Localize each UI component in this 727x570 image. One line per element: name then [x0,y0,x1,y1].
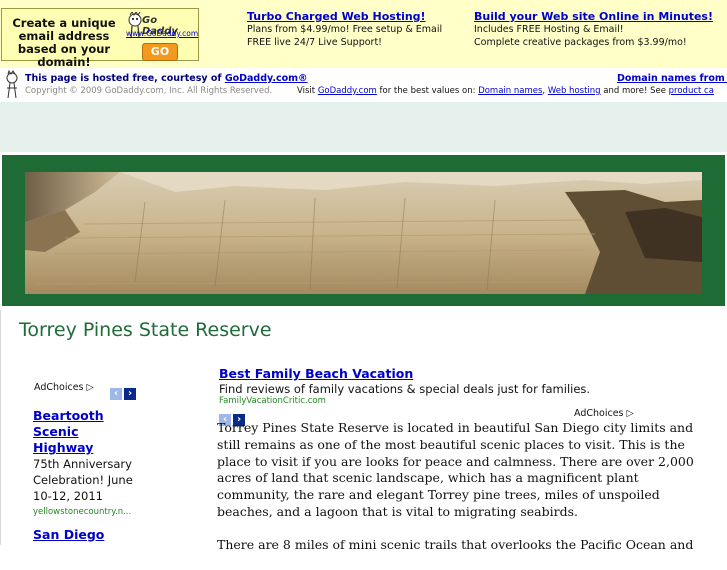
cliff-illustration [25,172,702,294]
go-button[interactable]: GO [142,43,178,61]
side-ad-title-2[interactable]: San Diego [33,527,143,543]
godaddy-link[interactable]: GoDaddy.com® [225,73,308,84]
article-paragraph-2: There are 8 miles of mini scenic trails … [217,536,694,552]
top-ad-bar: Create a unique email address based on y… [0,0,727,69]
adchoices-left[interactable]: AdChoices ▷ [34,382,94,393]
adchoices-main-label: AdChoices [574,408,624,419]
next-ad-left-icon[interactable]: › [124,388,136,400]
hero-cliff-image [25,172,702,294]
email-ad-text: Create a unique email address based on y… [12,16,116,69]
article-body: Torrey Pines State Reserve is located in… [217,420,697,570]
side-ad-url[interactable]: yellowstonecountry.n... [33,504,143,520]
adchoices-main-icon: ▷ [626,408,634,419]
article-paragraph-1: Torrey Pines State Reserve is located in… [217,420,694,519]
promo-website-link[interactable]: Build your Web site Online in Minutes! [474,10,713,23]
promo-hosting-line1: Plans from $4.99/mo! Free setup & Email [247,24,443,35]
domain-names-link[interactable]: Domain names [478,86,542,96]
domain-names-from-link[interactable]: Domain names from $ [617,73,727,84]
visit-mid: for the best values on: [376,86,479,96]
visit-prefix: Visit [297,86,318,96]
left-ad-nav: ‹ › [110,381,138,400]
promo-website-line1: Includes FREE Hosting & Email! [474,24,624,35]
hosted-prefix: This page is hosted free, courtesy of [25,73,225,84]
godaddy-url[interactable]: www.GoDaddy.com [126,29,198,38]
adchoices-left-icon: ▷ [86,382,94,393]
adchoices-left-label: AdChoices [34,382,84,393]
product-catalog-link[interactable]: product ca [669,86,714,96]
web-hosting-link[interactable]: Web hosting [548,86,601,96]
side-ad-beartooth[interactable]: Beartooth Scenic Highway 75th Anniversar… [33,408,143,520]
promo-hosting: Turbo Charged Web Hosting! Plans from $4… [247,10,442,49]
visit-godaddy-link[interactable]: GoDaddy.com [318,86,377,96]
page-title: Torrey Pines State Reserve [19,319,272,341]
godaddy-mascot-small-icon [6,70,18,99]
copyright-text: Copyright © 2009 GoDaddy.com, Inc. All R… [25,86,273,96]
hosted-line: This page is hosted free, courtesy of Go… [25,73,308,84]
prev-ad-left-icon[interactable]: ‹ [110,388,122,400]
visit-line: Visit GoDaddy.com for the best values on… [297,86,714,96]
side-ad-title[interactable]: Beartooth Scenic Highway [33,408,143,456]
godaddy-logo: Go Daddy www.GoDaddy.com [126,12,198,42]
visit-more: and more! See [600,86,669,96]
main-ad-desc: Find reviews of family vacations & speci… [219,382,591,396]
header-band [0,102,727,152]
adchoices-main[interactable]: AdChoices ▷ [574,408,634,419]
hosted-notice: This page is hosted free, courtesy of Go… [0,68,727,102]
promo-hosting-line2: FREE live 24/7 Live Support! [247,37,382,48]
main-ad-url[interactable]: FamilyVacationCritic.com [219,396,689,406]
promo-website: Build your Web site Online in Minutes! I… [474,10,713,49]
main-ad-nav: ‹ › [219,407,247,426]
side-ad-san-diego[interactable]: San Diego [33,527,143,543]
side-ad-desc: 75th Anniversary Celebration! June 10-12… [33,457,133,503]
promo-website-line2: Complete creative packages from $3.99/mo… [474,37,687,48]
main-ad[interactable]: Best Family Beach Vacation Find reviews … [219,366,689,406]
main-ad-title[interactable]: Best Family Beach Vacation [219,366,689,381]
promo-hosting-link[interactable]: Turbo Charged Web Hosting! [247,10,442,23]
godaddy-email-ad[interactable]: Create a unique email address based on y… [1,8,199,69]
